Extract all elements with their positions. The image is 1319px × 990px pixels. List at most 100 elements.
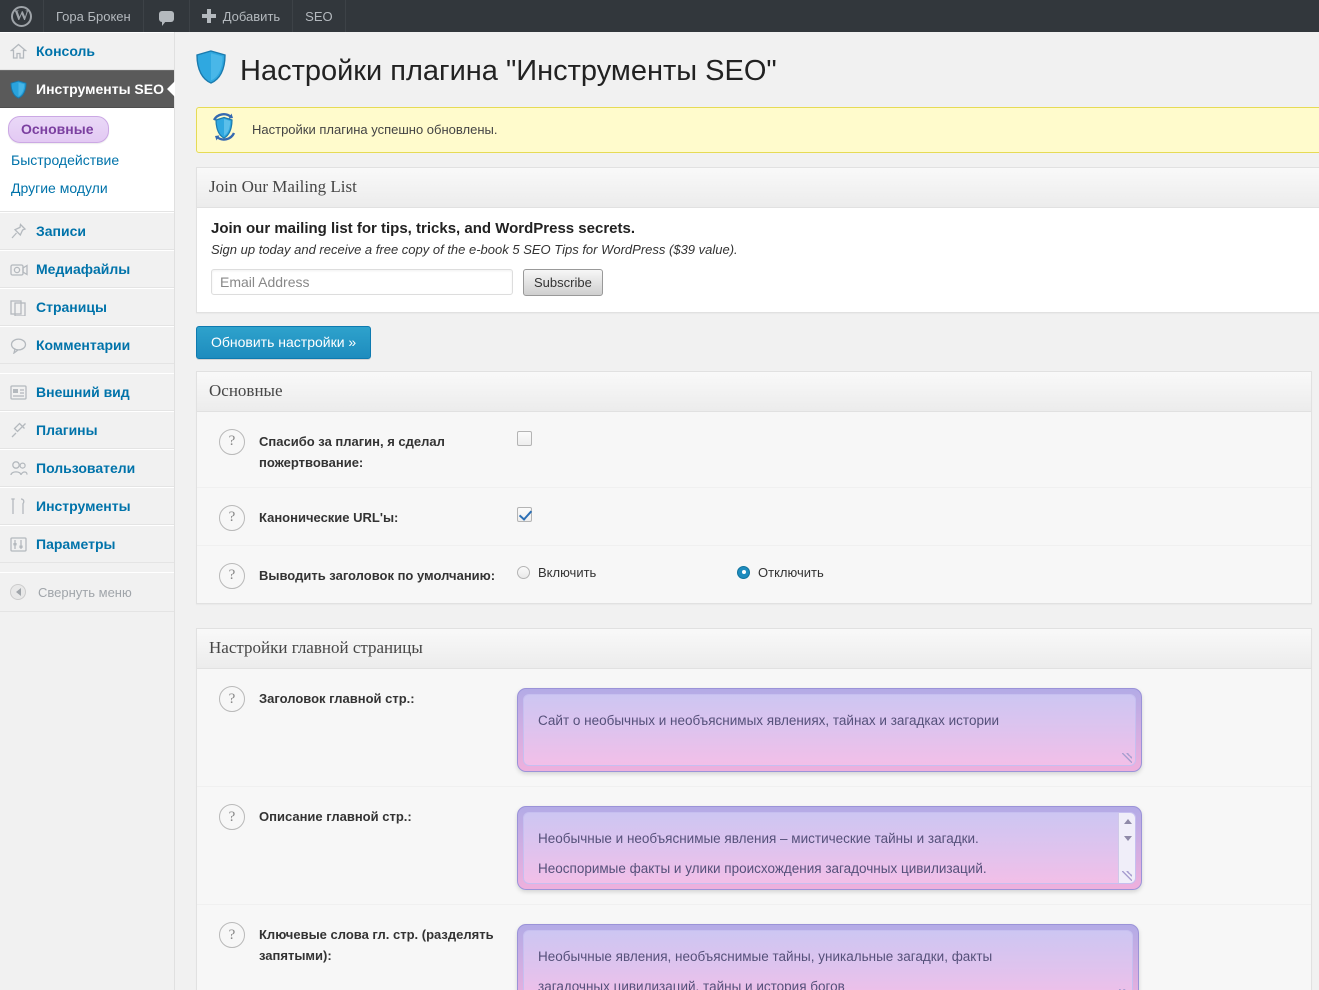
admin-bar: W Гора Брокен Добавить SEO bbox=[0, 0, 1319, 32]
setting-row-donation: ? Спасибо за плагин, я сделал пожертвова… bbox=[197, 412, 1311, 487]
mailing-list-body: Join our mailing list for tips, tricks, … bbox=[197, 207, 1319, 312]
email-input[interactable] bbox=[211, 269, 513, 296]
mailing-list-panel: Join Our Mailing List Join our mailing l… bbox=[196, 166, 1319, 313]
wordpress-logo-button[interactable]: W bbox=[0, 0, 44, 32]
home-keywords-textarea[interactable]: Необычные явления, необъяснимые тайны, у… bbox=[523, 930, 1133, 990]
sidebar-item-tools[interactable]: Инструменты bbox=[0, 487, 174, 525]
setting-label: Спасибо за плагин, я сделал пожертвовани… bbox=[259, 433, 445, 470]
tools-icon bbox=[10, 497, 36, 515]
sidebar-item-label: Медиафайлы bbox=[36, 261, 131, 277]
sidebar-item-dashboard[interactable]: Консоль bbox=[0, 32, 174, 70]
sidebar-item-posts[interactable]: Записи bbox=[0, 212, 174, 250]
admin-sidebar: Консоль Инструменты SEO Основные Быстрод… bbox=[0, 32, 175, 990]
radio-label: Отключить bbox=[758, 564, 824, 580]
donation-checkbox[interactable] bbox=[517, 430, 532, 446]
homepage-settings-title: Настройки главной страницы bbox=[197, 628, 1311, 670]
radio-label: Включить bbox=[538, 564, 597, 580]
setting-label: Заголовок главной стр.: bbox=[259, 691, 415, 707]
question-mark-icon[interactable]: ? bbox=[219, 922, 245, 949]
home-description-value: Необычные и необъяснимые явления – мисти… bbox=[538, 831, 987, 877]
sidebar-item-label: Комментарии bbox=[36, 337, 131, 353]
subscribe-form: Subscribe bbox=[211, 268, 1319, 296]
setting-label: Ключевые слова гл. стр. (разделять запят… bbox=[259, 927, 494, 964]
question-mark-icon[interactable]: ? bbox=[219, 562, 245, 589]
sidebar-item-label: Инструменты SEO bbox=[36, 81, 164, 97]
success-notice: Настройки плагина успешно обновлены. bbox=[196, 106, 1319, 153]
setting-row-home-title: ? Заголовок главной стр.: Сайт о необычн… bbox=[197, 669, 1311, 786]
homepage-settings-panel: Настройки главной страницы ? Заголовок г… bbox=[196, 627, 1312, 990]
sidebar-subitem-performance[interactable]: Быстродействие bbox=[11, 146, 174, 174]
setting-control bbox=[517, 428, 1311, 449]
comment-bubble-icon bbox=[158, 10, 174, 26]
setting-label: Выводить заголовок по умолчанию: bbox=[259, 567, 496, 583]
canonical-urls-checkbox[interactable] bbox=[517, 506, 532, 522]
question-mark-icon[interactable]: ? bbox=[219, 504, 245, 531]
sidebar-item-seo-tools[interactable]: Инструменты SEO bbox=[0, 70, 175, 108]
resize-handle-icon[interactable] bbox=[1122, 871, 1132, 882]
sidebar-item-comments[interactable]: Комментарии bbox=[0, 326, 174, 364]
default-title-radio-group: Включить Отключить bbox=[517, 565, 1311, 580]
wordpress-logo-icon: W bbox=[11, 5, 32, 27]
sidebar-item-label: Инструменты bbox=[36, 498, 131, 514]
scroll-down-arrow-icon[interactable] bbox=[1119, 830, 1135, 847]
comments-menu[interactable] bbox=[144, 0, 190, 32]
sidebar-item-label: Пользователи bbox=[36, 460, 136, 476]
sidebar-item-media[interactable]: Медиафайлы bbox=[0, 250, 174, 288]
setting-control: Необычные и необъяснимые явления – мисти… bbox=[517, 803, 1311, 891]
sidebar-item-label: Внешний вид bbox=[36, 384, 130, 400]
sidebar-submenu: Основные Быстродействие Другие модули bbox=[0, 108, 174, 212]
subscribe-button[interactable]: Subscribe bbox=[523, 268, 603, 296]
collapse-menu-label: Свернуть меню bbox=[38, 584, 132, 600]
mailing-heading: Join our mailing list for tips, tricks, … bbox=[211, 219, 636, 237]
shield-refresh-icon bbox=[209, 112, 239, 147]
shield-icon bbox=[196, 50, 226, 93]
home-description-textarea[interactable]: Необычные и необъяснимые явления – мисти… bbox=[523, 812, 1136, 885]
site-name-menu[interactable]: Гора Брокен bbox=[44, 0, 144, 32]
home-title-textarea[interactable]: Сайт о необычных и необъяснимых явлениях… bbox=[523, 694, 1136, 767]
sidebar-subitem-label: Другие модули bbox=[11, 180, 108, 196]
resize-handle-icon[interactable] bbox=[1122, 753, 1132, 764]
main-content: Настройки плагина "Инструменты SEO" Наст… bbox=[176, 32, 1319, 990]
setting-control bbox=[517, 504, 1311, 525]
page-title: Настройки плагина "Инструменты SEO" bbox=[176, 32, 1319, 103]
setting-control: Необычные явления, необъяснимые тайны, у… bbox=[517, 921, 1311, 990]
update-settings-button[interactable]: Обновить настройки » bbox=[196, 325, 372, 359]
radio-button[interactable] bbox=[517, 565, 530, 579]
sidebar-item-users[interactable]: Пользователи bbox=[0, 449, 174, 487]
sidebar-item-appearance[interactable]: Внешний вид bbox=[0, 373, 174, 411]
scroll-up-arrow-icon[interactable] bbox=[1119, 813, 1135, 830]
plus-icon bbox=[201, 9, 216, 23]
home-keywords-textarea-wrapper: Необычные явления, необъяснимые тайны, у… bbox=[517, 924, 1139, 990]
setting-control: Сайт о необычных и необъяснимых явлениях… bbox=[517, 685, 1311, 773]
setting-row-home-description: ? Описание главной стр.: Необычные и нео… bbox=[197, 786, 1311, 904]
homepage-settings-body: ? Заголовок главной стр.: Сайт о необычн… bbox=[197, 669, 1311, 990]
setting-row-default-title: ? Выводить заголовок по умолчанию: Включ… bbox=[197, 544, 1311, 603]
pin-icon bbox=[10, 222, 36, 240]
sidebar-item-settings[interactable]: Параметры bbox=[0, 525, 174, 563]
sidebar-subitem-label: Основные bbox=[21, 121, 94, 137]
radio-option-disable[interactable]: Отключить bbox=[737, 565, 957, 580]
question-mark-icon[interactable]: ? bbox=[219, 428, 245, 455]
radio-button[interactable] bbox=[737, 565, 750, 579]
sidebar-subitem-label: Быстродействие bbox=[11, 152, 120, 168]
question-mark-icon[interactable]: ? bbox=[219, 804, 245, 831]
add-new-menu[interactable]: Добавить bbox=[190, 0, 294, 32]
collapse-menu-button[interactable]: Свернуть меню bbox=[0, 572, 174, 612]
sidebar-item-pages[interactable]: Страницы bbox=[0, 288, 174, 326]
seo-menu[interactable]: SEO bbox=[293, 0, 346, 32]
sidebar-subitem-osnovnye[interactable]: Основные bbox=[8, 116, 109, 143]
collapse-arrow-icon bbox=[10, 584, 26, 600]
shield-icon bbox=[10, 79, 36, 99]
page-title-text: Настройки плагина "Инструменты SEO" bbox=[240, 55, 777, 87]
home-description-textarea-wrapper: Необычные и необъяснимые явления – мисти… bbox=[517, 806, 1142, 891]
basic-settings-title: Основные bbox=[197, 371, 1311, 412]
add-new-label: Добавить bbox=[222, 8, 281, 24]
dashboard-home-icon bbox=[10, 42, 36, 60]
sidebar-item-plugins[interactable]: Плагины bbox=[0, 411, 174, 449]
radio-option-enable[interactable]: Включить bbox=[517, 565, 737, 580]
question-mark-icon[interactable]: ? bbox=[219, 686, 245, 713]
home-title-value: Сайт о необычных и необъяснимых явлениях… bbox=[538, 713, 1000, 729]
sidebar-subitem-other-modules[interactable]: Другие модули bbox=[11, 174, 174, 202]
plug-icon bbox=[10, 421, 36, 439]
comment-bubble-icon bbox=[10, 336, 36, 354]
